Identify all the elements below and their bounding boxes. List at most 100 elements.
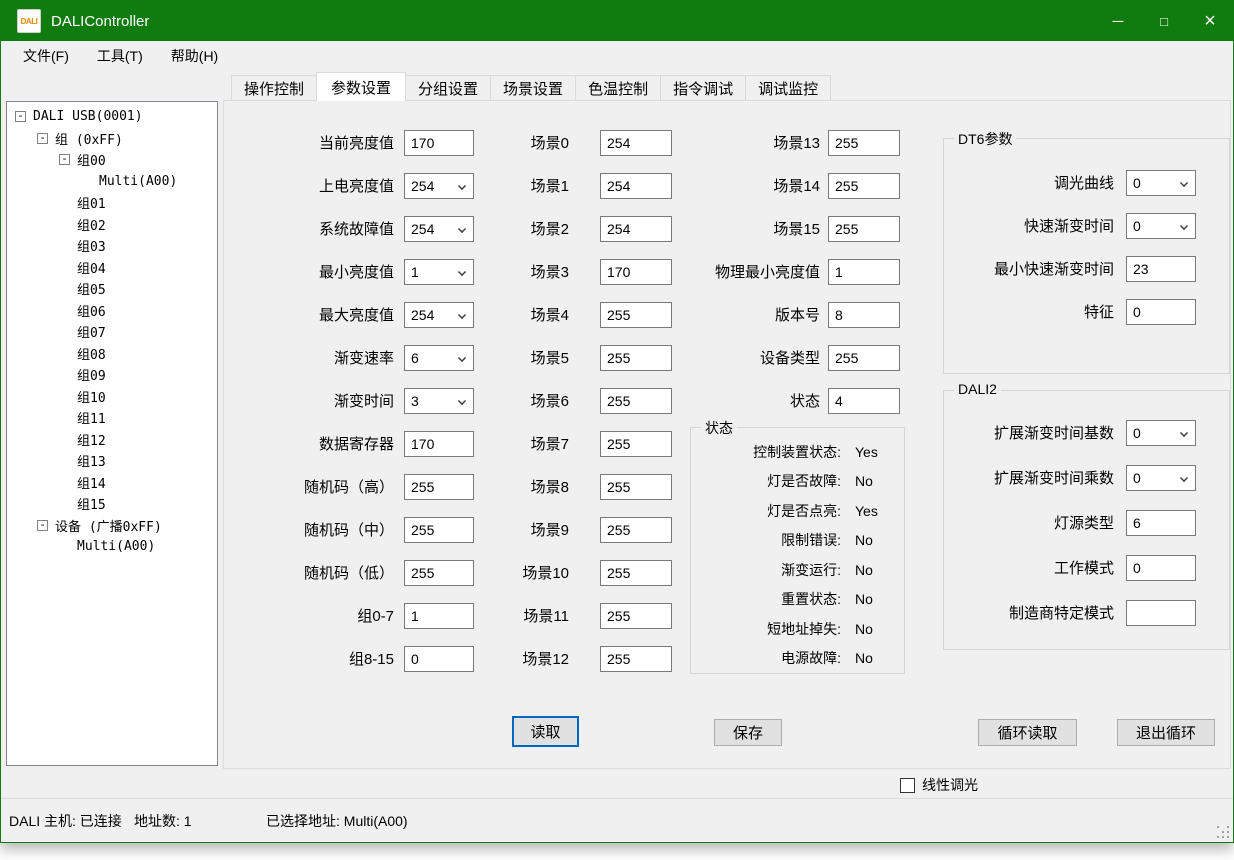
tree-item-group-10[interactable]: 组10 [7,386,217,408]
dimming-curve-combobox[interactable]: 0 [1126,170,1196,196]
tab-scene-settings[interactable]: 场景设置 [490,75,576,101]
fast-fade-time-combobox[interactable]: 0 [1126,213,1196,239]
tab-parameter-settings[interactable]: 参数设置 [316,72,406,101]
tree-item-group-14[interactable]: 组14 [7,472,217,494]
tab-color-temperature-control[interactable]: 色温控制 [575,75,661,101]
tree-item-group-13[interactable]: 组13 [7,450,217,472]
tree-item-dali-usb-0001[interactable]: -DALI USB(0001) [7,106,217,128]
version-number-input[interactable]: 8 [828,302,900,328]
tab-operation-control[interactable]: 操作控制 [231,75,317,101]
tree-item-group-04[interactable]: 组04 [7,257,217,279]
power-on-brightness-combobox[interactable]: 254 [404,173,474,199]
feature-input[interactable]: 0 [1126,299,1196,325]
scene-0-label: 场景0 [494,132,569,153]
tab-command-debug[interactable]: 指令调试 [660,75,746,101]
tree-item-group-08[interactable]: 组08 [7,343,217,365]
tree-item-group-0xff[interactable]: -组 (0xFF) [7,128,217,150]
current-brightness-input[interactable]: 170 [404,130,474,156]
field-operating-mode: 工作模式 0 [944,545,1229,590]
min-fast-fade-time-label: 最小快速渐变时间 [944,258,1114,279]
data-register-input[interactable]: 170 [404,431,474,457]
save-button[interactable]: 保存 [714,719,782,746]
scene-13-input[interactable]: 255 [828,130,900,156]
fade-time-combobox[interactable]: 3 [404,388,474,414]
close-button[interactable]: × [1187,1,1233,41]
scene-8-label: 场景8 [494,476,569,497]
collapse-icon[interactable]: - [15,111,26,122]
menu-help[interactable]: 帮助(H) [157,42,232,70]
dimming-curve-value: 0 [1133,175,1141,191]
scene-6-label: 场景6 [494,390,569,411]
tree-item-group-11[interactable]: 组11 [7,407,217,429]
collapse-icon[interactable]: - [37,520,48,531]
tab-debug-monitor[interactable]: 调试监控 [745,75,831,101]
tree-item-group-01[interactable]: 组01 [7,192,217,214]
min-brightness-combobox[interactable]: 1 [404,259,474,285]
physical-min-brightness-input[interactable]: 1 [828,259,900,285]
tree-item-group-06[interactable]: 组06 [7,300,217,322]
scene-7-input[interactable]: 255 [600,431,672,457]
exit-loop-button[interactable]: 退出循环 [1117,719,1215,746]
status-value-input[interactable]: 4 [828,388,900,414]
tree-item-device-broadcast-0xff[interactable]: -设备 (广播0xFF) [7,515,217,537]
fade-rate-combobox[interactable]: 6 [404,345,474,371]
random-code-low-input[interactable]: 255 [404,560,474,586]
system-failure-value-combobox[interactable]: 254 [404,216,474,242]
light-source-type-input[interactable]: 6 [1126,510,1196,536]
scene-12-input[interactable]: 255 [600,646,672,672]
manufacturer-specific-mode-input[interactable] [1126,600,1196,626]
random-code-high-input[interactable]: 255 [404,474,474,500]
tab-grouping-settings[interactable]: 分组设置 [405,75,491,101]
loop-read-button[interactable]: 循环读取 [978,719,1077,746]
group-0-7-input[interactable]: 1 [404,603,474,629]
random-code-mid-input[interactable]: 255 [404,517,474,543]
scene-11-input[interactable]: 255 [600,603,672,629]
scene-14-input[interactable]: 255 [828,173,900,199]
min-fast-fade-time-input[interactable]: 23 [1126,256,1196,282]
scene-14-label: 场景14 [644,175,820,196]
linear-dimming-checkbox[interactable] [900,778,915,793]
read-button[interactable]: 读取 [512,716,579,747]
tree-item-device-multi-a00[interactable]: Multi(A00) [7,536,217,558]
tree-item-group-02[interactable]: 组02 [7,214,217,236]
extended-fade-time-base-label: 扩展渐变时间基数 [944,422,1114,443]
scene-15-input[interactable]: 255 [828,216,900,242]
scene-12-label: 场景12 [494,648,569,669]
collapse-icon[interactable]: - [59,154,70,165]
scene-9-input[interactable]: 255 [600,517,672,543]
manufacturer-specific-mode-label: 制造商特定模式 [944,602,1114,623]
scene-10-input[interactable]: 255 [600,560,672,586]
resize-grip-icon[interactable] [1217,826,1229,838]
max-brightness-combobox[interactable]: 254 [404,302,474,328]
extended-fade-time-multiplier-combobox[interactable]: 0 [1126,465,1196,491]
chevron-down-icon [1180,473,1188,481]
extended-fade-time-base-combobox[interactable]: 0 [1126,420,1196,446]
maximize-button[interactable]: □ [1141,1,1187,41]
scene-8-input[interactable]: 255 [600,474,672,500]
menu-file[interactable]: 文件(F) [9,42,83,70]
chevron-down-icon [458,310,466,318]
operating-mode-label: 工作模式 [944,557,1114,578]
group-8-15-input[interactable]: 0 [404,646,474,672]
tree-item-group-07[interactable]: 组07 [7,321,217,343]
fade-rate-value: 6 [411,350,419,366]
operating-mode-input[interactable]: 0 [1126,555,1196,581]
tree-item-group-03[interactable]: 组03 [7,235,217,257]
fade-running-label: 渐变运行: [691,560,841,580]
tree-item-group-00-multi-a00[interactable]: Multi(A00) [7,171,217,193]
collapse-icon[interactable]: - [37,133,48,144]
extended-fade-time-multiplier-value: 0 [1133,470,1141,486]
random-code-mid-label: 随机码（中） [264,519,394,540]
device-type-input[interactable]: 255 [828,345,900,371]
menu-tools[interactable]: 工具(T) [83,42,157,70]
status-power-failure: 电源故障:No [691,644,904,674]
dali2-groupbox: DALI2 扩展渐变时间基数0扩展渐变时间乘数0灯源类型6工作模式0制造商特定模… [943,390,1230,650]
tree-item-group-00[interactable]: -组00 [7,149,217,171]
tree-item-group-15[interactable]: 组15 [7,493,217,515]
status-short-address-missing: 短地址掉失:No [691,614,904,644]
tree-item-group-05[interactable]: 组05 [7,278,217,300]
tree-item-group-09[interactable]: 组09 [7,364,217,386]
minimize-button[interactable]: ─ [1095,1,1141,41]
fade-rate-label: 渐变速率 [264,347,394,368]
tree-item-group-12[interactable]: 组12 [7,429,217,451]
